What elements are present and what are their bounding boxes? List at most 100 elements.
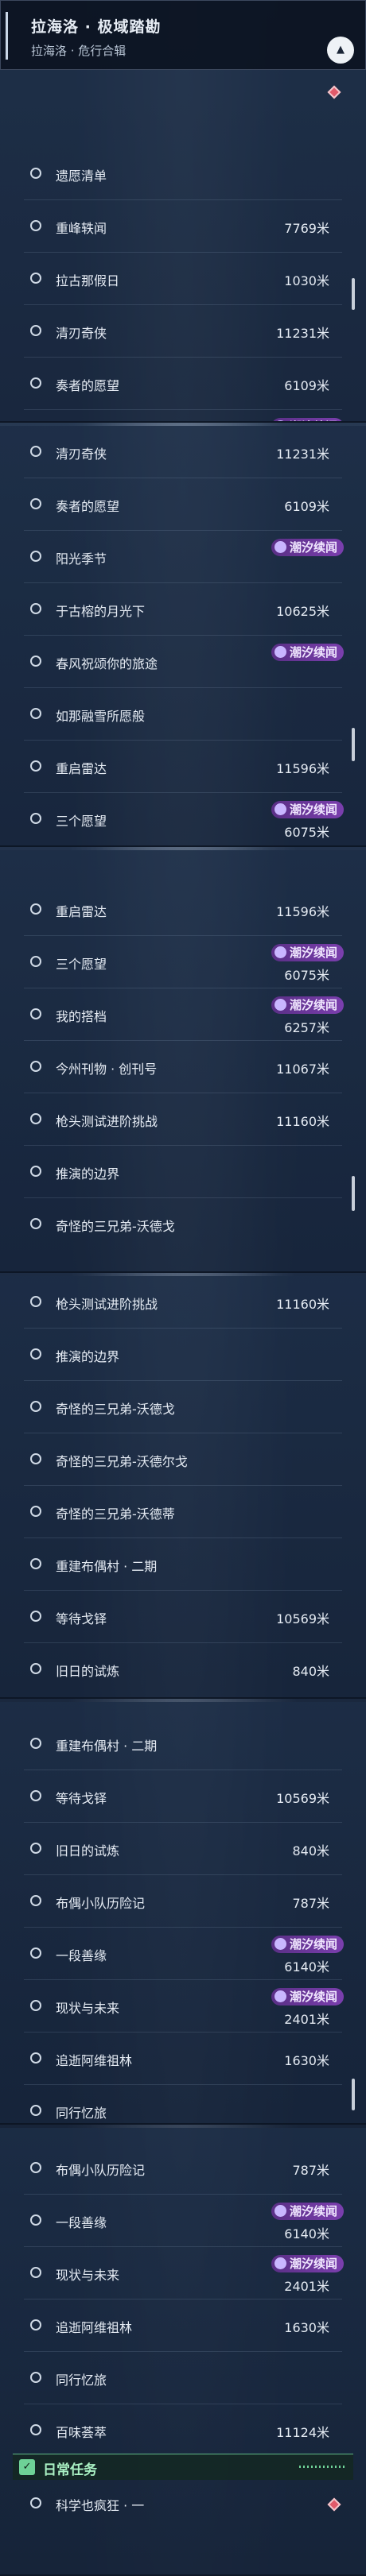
tide-tag-badge: 潮汐续闻 [271, 1936, 344, 1953]
quest-row[interactable]: 春风祝颂你的旅途 潮汐续闻 [0, 636, 366, 688]
quest-row[interactable]: 推演的边界 [0, 1329, 366, 1381]
quest-row[interactable]: 奏者的愿望 6109米 [0, 478, 366, 531]
quest-row[interactable]: 于古榕的月光下 10625米 [0, 583, 366, 636]
quest-name: 旧日的试炼 [56, 1664, 120, 1679]
quest-row[interactable]: 重启雷达 11596米 [0, 741, 366, 793]
quest-row[interactable]: 遗愿清单 [0, 148, 366, 200]
quest-row[interactable]: 布偶小队历险记 787米 [0, 1875, 366, 1928]
tide-tag-label: 潮汐续闻 [289, 998, 337, 1012]
moon-icon [274, 420, 286, 421]
quest-status-circle-icon [30, 1401, 41, 1412]
quest-distance: 6109米 [284, 378, 329, 393]
quest-name: 于古榕的月光下 [56, 604, 146, 619]
quest-name: 推演的边界 [56, 1166, 120, 1182]
quest-name: 重启雷达 [56, 761, 107, 776]
quest-row[interactable]: 奏者的愿望 6109米 [0, 358, 366, 410]
quest-row[interactable]: 阳光季节潮汐续闻 [0, 531, 366, 583]
quest-row[interactable]: 追逝阿维祖林 1630米 [0, 2299, 366, 2352]
quest-row[interactable]: 同行忆旅 [0, 2085, 366, 2123]
quest-row[interactable]: 三个愿望 6075米 潮汐续闻 [0, 936, 366, 988]
quest-name: 春风祝颂你的旅途 [56, 656, 158, 671]
quest-header[interactable]: 拉海洛 · 极域踏勘 拉海洛 · 危行合辑 ▲ [0, 0, 366, 70]
quest-distance: 11231米 [276, 447, 329, 462]
quest-subtitle: 拉海洛 · 危行合辑 [31, 44, 127, 58]
quest-row[interactable]: 同行忆旅 [0, 2352, 366, 2404]
quest-row[interactable]: 现状与未来 2401米 潮汐续闻 [0, 1980, 366, 2033]
quest-name: 今州刊物 · 创刊号 [56, 1062, 158, 1077]
tide-tag-badge: 潮汐续闻 [271, 644, 344, 661]
quest-row[interactable]: 旧日的试炼 840米 [0, 1643, 366, 1696]
quest-panel-5: 重建布偶村 · 二期 等待戈铎 10569米 旧日的试炼 840米 布偶小队历险记 787米… [0, 1702, 366, 2125]
quest-distance: 840米 [292, 1843, 329, 1859]
tide-tag-badge: 潮汐续闻 [271, 801, 344, 818]
decorative-dots [299, 2466, 347, 2468]
quest-name: 我的搭档 [56, 1009, 107, 1024]
quest-name: 百味荟萃 [56, 2425, 107, 2440]
quest-row[interactable]: 我的搭档 6257米 潮汐续闻 [0, 988, 366, 1041]
moon-icon [274, 803, 286, 815]
moon-icon [274, 946, 286, 958]
quest-status-circle-icon [30, 1506, 41, 1517]
quest-panel-4: 枪头测试进阶挑战 11160米 推演的边界 奇怪的三兄弟-沃德戈 奇怪的三兄弟-沃德尔戈… [0, 1276, 366, 1699]
quest-distance: 787米 [292, 2163, 329, 2178]
scrollbar[interactable] [352, 1176, 355, 1211]
tide-tag-label: 潮汐续闻 [289, 1937, 337, 1951]
quest-distance: 1030米 [284, 273, 329, 288]
quest-row[interactable]: 清刃奇侠 11231米 [0, 426, 366, 478]
task-name: 科学也疯狂 · 一 [56, 2498, 145, 2513]
quest-row[interactable]: 如那融雪所愿般 [0, 688, 366, 741]
quest-name: 清刃奇侠 [56, 326, 107, 341]
quest-row[interactable]: 重峰轶闻 7769米 [0, 200, 366, 253]
quest-status-circle-icon [30, 1113, 41, 1124]
quest-name: 布偶小队历险记 [56, 1896, 146, 1911]
moon-icon [274, 1938, 286, 1950]
quest-row[interactable]: 奇怪的三兄弟-沃德戈 [0, 1198, 366, 1251]
quest-row[interactable]: 阳光季节潮汐续闻 [0, 410, 366, 421]
quest-status-circle-icon [30, 2372, 41, 2383]
quest-row[interactable]: 现状与未来 2401米 潮汐续闻 [0, 2247, 366, 2299]
daily-tasks-header[interactable]: ✓ 日常任务 [13, 2454, 353, 2480]
quest-row[interactable]: 重建布偶村 · 二期 [0, 1718, 366, 1770]
moon-icon [274, 999, 286, 1011]
quest-row[interactable]: 等待戈铎 10569米 [0, 1770, 366, 1823]
quest-row[interactable]: 奇怪的三兄弟-沃德尔戈 [0, 1433, 366, 1486]
quest-distance: 6140米 [284, 1959, 329, 1975]
quest-row[interactable]: 清刃奇侠 11231米 [0, 305, 366, 358]
quest-row[interactable]: 三个愿望 6075米 潮汐续闻 [0, 793, 366, 845]
scrollbar[interactable] [352, 728, 355, 761]
chevron-up-icon[interactable]: ▲ [327, 37, 354, 64]
quest-row[interactable]: 奇怪的三兄弟-沃德蒂 [0, 1486, 366, 1538]
quest-status-circle-icon [30, 1453, 41, 1464]
scrollbar[interactable] [352, 278, 355, 310]
moon-icon [274, 541, 286, 553]
quest-status-circle-icon [30, 498, 41, 509]
quest-row[interactable]: 百味荟萃 11124米 [0, 2404, 366, 2457]
quest-status-circle-icon [30, 708, 41, 719]
quest-name: 如那融雪所愿般 [56, 709, 146, 724]
quest-status-circle-icon [30, 1895, 41, 1906]
quest-row[interactable]: 枪头测试进阶挑战 11160米 [0, 1093, 366, 1146]
tide-tag-label: 潮汐续闻 [289, 946, 337, 960]
quest-row[interactable]: 重建布偶村 · 二期 [0, 1538, 366, 1591]
quest-row[interactable]: 布偶小队历险记 787米 [0, 2142, 366, 2195]
quest-row[interactable]: 重启雷达 11596米 [0, 884, 366, 936]
daily-task-row[interactable]: 科学也疯狂 · 一 [0, 2477, 366, 2530]
quest-status-circle-icon [30, 1008, 41, 1019]
task-status-circle-icon [30, 2497, 41, 2508]
quest-status-circle-icon [30, 1790, 41, 1801]
quest-row[interactable]: 枪头测试进阶挑战 11160米 [0, 1276, 366, 1329]
quest-name: 拉古那假日 [56, 273, 120, 288]
quest-row[interactable]: 旧日的试炼 840米 [0, 1823, 366, 1875]
quest-status-circle-icon [30, 2105, 41, 2116]
quest-distance: 6075米 [284, 825, 329, 840]
scrollbar[interactable] [352, 2079, 355, 2110]
quest-row[interactable]: 一段善缘 6140米 潮汐续闻 [0, 2195, 366, 2247]
quest-status-circle-icon [30, 1663, 41, 1674]
quest-row[interactable]: 一段善缘 6140米 潮汐续闻 [0, 1928, 366, 1980]
quest-row[interactable]: 奇怪的三兄弟-沃德戈 [0, 1381, 366, 1433]
quest-row[interactable]: 推演的边界 [0, 1146, 366, 1198]
quest-row[interactable]: 追逝阿维祖林 1630米 [0, 2033, 366, 2085]
quest-row[interactable]: 今州刊物 · 创刊号 11067米 [0, 1041, 366, 1093]
quest-row[interactable]: 等待戈铎 10569米 [0, 1591, 366, 1643]
quest-row[interactable]: 拉古那假日 1030米 [0, 253, 366, 305]
